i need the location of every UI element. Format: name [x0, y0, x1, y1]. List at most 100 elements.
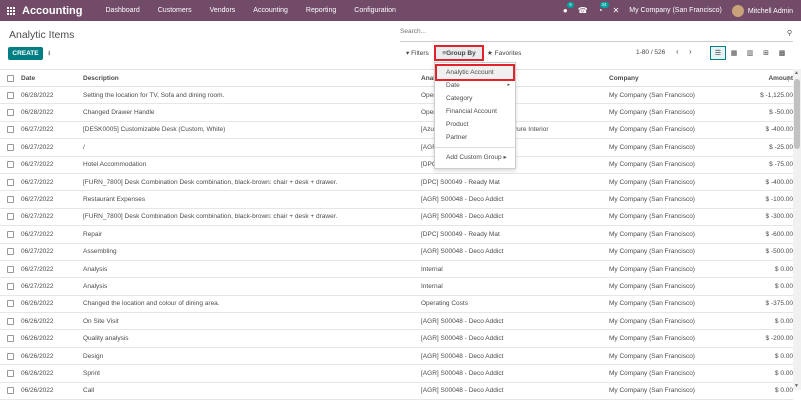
- table-row[interactable]: 06/27/2022 [FURN_7800] Desk Combination D…: [0, 174, 793, 192]
- cell-description: Hotel Accommodation: [83, 161, 147, 169]
- row-checkbox[interactable]: [0, 143, 21, 151]
- group-by-dropdown: Analytic Account Date ▸ Category Financia…: [434, 62, 516, 169]
- messages-icon[interactable]: ● 5: [563, 2, 574, 15]
- kanban-view-icon[interactable]: ▦: [726, 46, 742, 60]
- filters-button[interactable]: ▾ Filters: [406, 49, 429, 57]
- option-label: Product: [446, 121, 469, 128]
- table-row[interactable]: 06/28/2022 Setting the location for TV, S…: [0, 87, 793, 105]
- row-checkbox[interactable]: [0, 248, 21, 256]
- table-row[interactable]: 06/27/2022 [DESK0005] Customizable Desk (…: [0, 122, 793, 140]
- cell-description: Analysis: [83, 282, 108, 290]
- add-custom-group[interactable]: Add Custom Group ▸: [435, 151, 515, 164]
- activities-icon[interactable]: ◔ 34: [598, 2, 609, 15]
- table-row[interactable]: 06/27/2022 Restaurant Expenses [AGR] S0004…: [0, 191, 793, 209]
- menu-dashboard[interactable]: Dashboard: [97, 7, 149, 14]
- row-checkbox[interactable]: [0, 352, 21, 360]
- company-switcher[interactable]: My Company (San Francisco): [629, 7, 722, 14]
- cell-date: 06/27/2022: [21, 230, 54, 238]
- user-menu[interactable]: Mitchell Admin: [731, 4, 793, 17]
- scroll-down-icon[interactable]: ▼: [794, 383, 799, 389]
- graph-view-icon[interactable]: ▥: [742, 46, 758, 60]
- table-row[interactable]: 06/26/2022 Changed the location and colou…: [0, 296, 793, 314]
- row-checkbox[interactable]: [0, 161, 21, 169]
- scrollbar[interactable]: ▲ ▼: [793, 69, 801, 390]
- avatar: [731, 4, 744, 17]
- cell-company: My Company (San Francisco): [609, 352, 695, 360]
- grid-view-icon[interactable]: ▩: [774, 46, 790, 60]
- table-row[interactable]: 06/26/2022 On Site Visit [AGR] S00048 - De…: [0, 313, 793, 331]
- menu-vendors[interactable]: Vendors: [201, 7, 245, 14]
- group-by-analytic-account[interactable]: Analytic Account: [435, 64, 515, 81]
- table-row[interactable]: 06/27/2022 Repair [DPC] S00049 - Ready Mat…: [0, 226, 793, 244]
- cell-amount: $ -50.00: [769, 109, 793, 117]
- group-by-label: Group By: [446, 49, 476, 57]
- row-checkbox[interactable]: [0, 230, 21, 238]
- table-row[interactable]: 06/27/2022 Analysis Internal My Company (Sa…: [0, 261, 793, 279]
- row-checkbox[interactable]: [0, 369, 21, 377]
- group-by-partner[interactable]: Partner: [435, 131, 515, 144]
- table-row[interactable]: 06/26/2022 Design [AGR] S00048 - Deco Addi…: [0, 348, 793, 366]
- table-row[interactable]: 06/26/2022 Quality analysis [AGR] S00048 -…: [0, 330, 793, 348]
- cell-company: My Company (San Francisco): [609, 91, 695, 99]
- table-row[interactable]: 06/27/2022 Assembling [AGR] S00048 - Deco …: [0, 244, 793, 261]
- row-checkbox[interactable]: [0, 335, 21, 343]
- table-row[interactable]: 06/28/2022 Changed Drawer Handle Oper My Co…: [0, 104, 793, 122]
- row-checkbox[interactable]: [0, 300, 21, 308]
- header-company[interactable]: Company: [609, 75, 749, 82]
- row-checkbox[interactable]: [0, 91, 21, 99]
- row-checkbox[interactable]: [0, 126, 21, 134]
- row-checkbox[interactable]: [0, 196, 21, 204]
- table-row[interactable]: 06/27/2022 Analysis Internal My Company (Sa…: [0, 278, 793, 296]
- row-checkbox[interactable]: [0, 213, 21, 221]
- phone-icon[interactable]: ☎: [578, 6, 588, 15]
- app-brand[interactable]: Accounting: [22, 5, 83, 17]
- row-checkbox[interactable]: [0, 265, 21, 273]
- cell-description: Sprint: [83, 369, 100, 377]
- group-by-date[interactable]: Date ▸: [435, 79, 515, 92]
- pager-previous-icon[interactable]: ‹: [676, 47, 679, 56]
- row-checkbox[interactable]: [0, 178, 21, 186]
- favorites-button[interactable]: ★ Favorites: [487, 49, 521, 57]
- list-view-icon[interactable]: ☰: [710, 46, 726, 60]
- optional-columns-icon[interactable]: ⋮: [785, 75, 792, 83]
- menu-configuration[interactable]: Configuration: [345, 7, 405, 14]
- group-by-product[interactable]: Product: [435, 118, 515, 131]
- search-icon[interactable]: ⚲: [787, 29, 792, 37]
- menu-accounting[interactable]: Accounting: [244, 7, 297, 14]
- cell-amount: $ 0.00: [774, 387, 793, 395]
- pager-value[interactable]: 1-80 / 526: [636, 49, 665, 56]
- option-label: Date: [446, 82, 460, 89]
- menu-reporting[interactable]: Reporting: [297, 7, 345, 14]
- table-row[interactable]: 06/26/2022 Call [AGR] S00048 - Deco Addict…: [0, 383, 793, 400]
- table-row[interactable]: 06/27/2022/[AGR My Company (San Francisco…: [0, 139, 793, 157]
- cell-analytic-account: [AGR] S00048 - Deco Addict: [421, 213, 504, 221]
- scroll-up-icon[interactable]: ▲: [794, 70, 799, 76]
- header-date[interactable]: Date: [21, 75, 83, 82]
- row-checkbox[interactable]: [0, 317, 21, 325]
- cell-analytic-account: [DPC] S00049 - Ready Mat: [421, 230, 500, 238]
- apps-menu-icon[interactable]: [0, 0, 22, 21]
- group-by-financial-account[interactable]: Financial Account: [435, 105, 515, 118]
- table-row[interactable]: 06/27/2022 [FURN_7800] Desk Combination D…: [0, 209, 793, 227]
- group-by-category[interactable]: Category: [435, 92, 515, 105]
- select-all-checkbox[interactable]: [0, 74, 21, 82]
- row-checkbox[interactable]: [0, 387, 21, 395]
- row-checkbox[interactable]: [0, 109, 21, 117]
- table-row[interactable]: 06/27/2022Hotel Accommodation[DPC] S0004…: [0, 157, 793, 174]
- create-button[interactable]: CREATE: [8, 47, 43, 60]
- row-checkbox[interactable]: [0, 282, 21, 290]
- header-description[interactable]: Description: [83, 75, 421, 82]
- search-input[interactable]: [400, 28, 770, 35]
- scrollbar-thumb[interactable]: [794, 79, 800, 149]
- cell-amount: $ 0.00: [774, 369, 793, 377]
- cell-date: 06/26/2022: [21, 352, 54, 360]
- debug-tools-icon[interactable]: ✕: [613, 6, 620, 15]
- cell-description: Design: [83, 352, 104, 360]
- pivot-view-icon[interactable]: ⊞: [758, 46, 774, 60]
- pager-next-icon[interactable]: ›: [689, 47, 692, 56]
- menu-customers[interactable]: Customers: [149, 7, 201, 14]
- download-icon[interactable]: ⭳: [48, 49, 50, 60]
- table-row[interactable]: 06/26/2022 Sprint [AGR] S00048 - Deco Addi…: [0, 365, 793, 383]
- cell-analytic-account: [AGR] S00048 - Deco Addict: [421, 317, 504, 325]
- group-by-button[interactable]: ≡ Group By: [434, 45, 484, 61]
